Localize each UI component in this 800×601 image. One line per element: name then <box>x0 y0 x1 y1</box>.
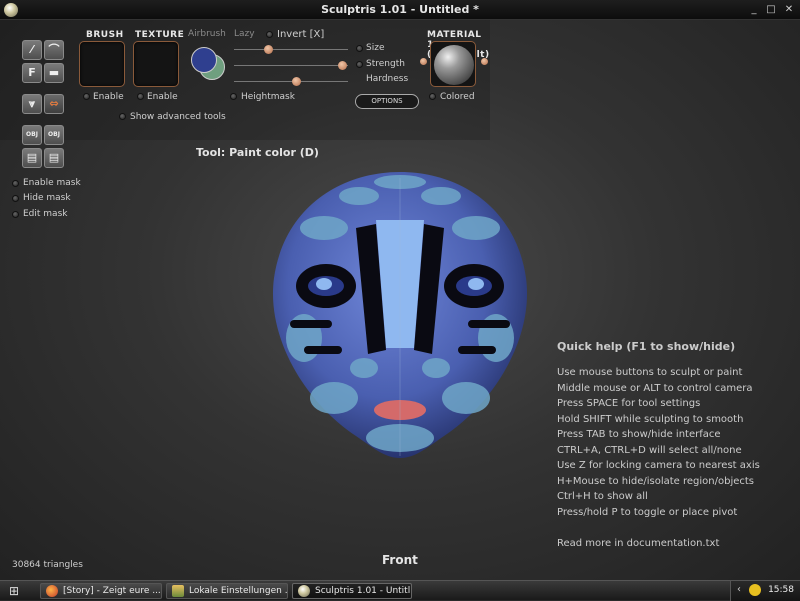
enable-mask-toggle[interactable] <box>12 180 19 187</box>
brush-header: BRUSH <box>86 30 124 40</box>
options-button[interactable]: OPTIONS <box>355 94 419 109</box>
taskbar: ⊞ [Story] - Zeigt eure ... Lokale Einste… <box>0 580 800 601</box>
texture-enable-toggle[interactable] <box>137 93 144 100</box>
3d-viewport[interactable]: ⁄ ⌒ F ▬ ⩔ ⇔ OBJ OBJ ▤ ▤ BRUSH Enable TEX… <box>0 20 800 580</box>
help-line: Press TAB to show/hide interface <box>557 429 721 440</box>
help-line: CTRL+A, CTRL+D will select all/none <box>557 444 742 456</box>
texture-swatch[interactable] <box>133 41 179 87</box>
start-icon[interactable]: ⊞ <box>3 583 25 599</box>
enable-mask-label[interactable]: Enable mask <box>23 178 81 188</box>
taskbar-item-label: Sculptris 1.01 - Untitl... <box>315 586 412 596</box>
hide-mask-label[interactable]: Hide mask <box>23 193 71 203</box>
strength-slider-knob[interactable] <box>337 61 347 70</box>
primary-color[interactable] <box>191 47 217 73</box>
tool-panel: ⁄ ⌒ F ▬ ⩔ ⇔ OBJ OBJ ▤ ▤ BRUSH Enable TEX… <box>0 20 490 168</box>
save-icon[interactable]: ▤ <box>22 148 42 168</box>
taskbar-item-firefox[interactable]: [Story] - Zeigt eure ... <box>40 583 162 599</box>
size-slider-knob[interactable] <box>263 45 273 54</box>
help-line: Use mouse buttons to sculpt or paint <box>557 367 743 378</box>
size-pressure-toggle[interactable] <box>356 45 363 52</box>
symmetry-off-icon[interactable]: ⩔ <box>22 94 42 114</box>
help-line: Use Z for locking camera to nearest axis <box>557 460 760 471</box>
close-button[interactable]: ✕ <box>781 3 797 17</box>
edit-mask-label[interactable]: Edit mask <box>23 209 67 219</box>
material-preview[interactable] <box>430 41 476 87</box>
size-slider[interactable] <box>234 45 348 54</box>
strength-label: Strength <box>366 59 405 69</box>
brush-smooth-icon[interactable]: ▬ <box>44 63 64 83</box>
help-line: Ctrl+H to show all <box>557 491 648 502</box>
user-icon[interactable] <box>749 584 761 596</box>
advanced-tools-toggle[interactable] <box>119 113 126 120</box>
help-line: Middle mouse or ALT to control camera <box>557 382 753 394</box>
size-label: Size <box>366 43 385 53</box>
tray-expand-icon[interactable]: ‹ <box>737 584 741 595</box>
help-line: Press SPACE for tool settings <box>557 398 701 409</box>
quick-help: Quick help (F1 to show/hide) Use mouse b… <box>557 340 760 549</box>
hardness-slider[interactable] <box>234 77 348 86</box>
firefox-icon <box>46 585 58 597</box>
triangle-count: 30864 triangles <box>12 560 83 570</box>
system-tray: ‹ 15:58 <box>730 581 800 601</box>
strength-pressure-toggle[interactable] <box>356 61 363 68</box>
import-obj-icon[interactable]: OBJ <box>22 125 42 145</box>
minimize-button[interactable]: _ <box>746 3 762 17</box>
heightmask-label: Heightmask <box>241 92 295 102</box>
export-obj-icon[interactable]: OBJ <box>44 125 64 145</box>
invert-label: Invert [X] <box>277 29 325 40</box>
material-prev-handle[interactable] <box>420 58 427 65</box>
brush-enable-toggle[interactable] <box>83 93 90 100</box>
lazy-label[interactable]: Lazy <box>234 29 255 39</box>
colored-label: Colored <box>440 92 475 102</box>
help-more: Read more in documentation.txt <box>557 538 720 549</box>
sculpt-model[interactable] <box>264 168 536 468</box>
sculptris-icon <box>298 585 310 597</box>
clock: 15:58 <box>768 585 794 595</box>
brush-flatten-icon[interactable]: F <box>22 63 42 83</box>
strength-slider[interactable] <box>234 61 348 70</box>
taskbar-item-label: [Story] - Zeigt eure ... <box>63 586 161 596</box>
load-icon[interactable]: ▤ <box>44 148 64 168</box>
brush-draw-icon[interactable]: ⁄ <box>22 40 42 60</box>
airbrush-label[interactable]: Airbrush <box>188 29 226 39</box>
brush-swatch[interactable] <box>79 41 125 87</box>
material-sphere <box>434 45 474 85</box>
brush-enable-label: Enable <box>93 92 124 102</box>
view-name: Front <box>382 553 418 567</box>
texture-enable-label: Enable <box>147 92 178 102</box>
settings-icon <box>172 585 184 597</box>
colored-toggle[interactable] <box>429 93 436 100</box>
taskbar-item-label: Lokale Einstellungen ... <box>189 586 288 596</box>
help-line: Press/hold P to toggle or place pivot <box>557 506 738 518</box>
hardness-label: Hardness <box>366 74 409 84</box>
hardness-slider-knob[interactable] <box>292 77 302 86</box>
invert-toggle[interactable] <box>266 31 273 38</box>
help-line: Hold SHIFT while sculpting to smooth <box>557 413 744 425</box>
taskbar-item-settings[interactable]: Lokale Einstellungen ... <box>166 583 288 599</box>
advanced-tools-label: Show advanced tools <box>130 112 226 122</box>
material-next-handle[interactable] <box>481 58 488 65</box>
symmetry-on-icon[interactable]: ⇔ <box>44 94 64 114</box>
tool-title: Tool: Paint color (D) <box>196 146 319 159</box>
hide-mask-toggle[interactable] <box>12 195 19 202</box>
heightmask-toggle[interactable] <box>230 93 237 100</box>
help-heading: Quick help (F1 to show/hide) <box>557 340 736 353</box>
help-line: H+Mouse to hide/isolate region/objects <box>557 475 755 487</box>
title-bar[interactable]: Sculptris 1.01 - Untitled * _ □ ✕ <box>0 0 800 20</box>
maximize-button[interactable]: □ <box>763 3 779 17</box>
taskbar-item-sculptris[interactable]: Sculptris 1.01 - Untitl... <box>292 583 412 599</box>
brush-crease-icon[interactable]: ⌒ <box>44 40 64 60</box>
texture-header: TEXTURE <box>135 30 185 40</box>
edit-mask-toggle[interactable] <box>12 211 19 218</box>
window-title: Sculptris 1.01 - Untitled * <box>321 3 479 16</box>
sculptris-window: Sculptris 1.01 - Untitled * _ □ ✕ ⁄ ⌒ F … <box>0 0 800 601</box>
